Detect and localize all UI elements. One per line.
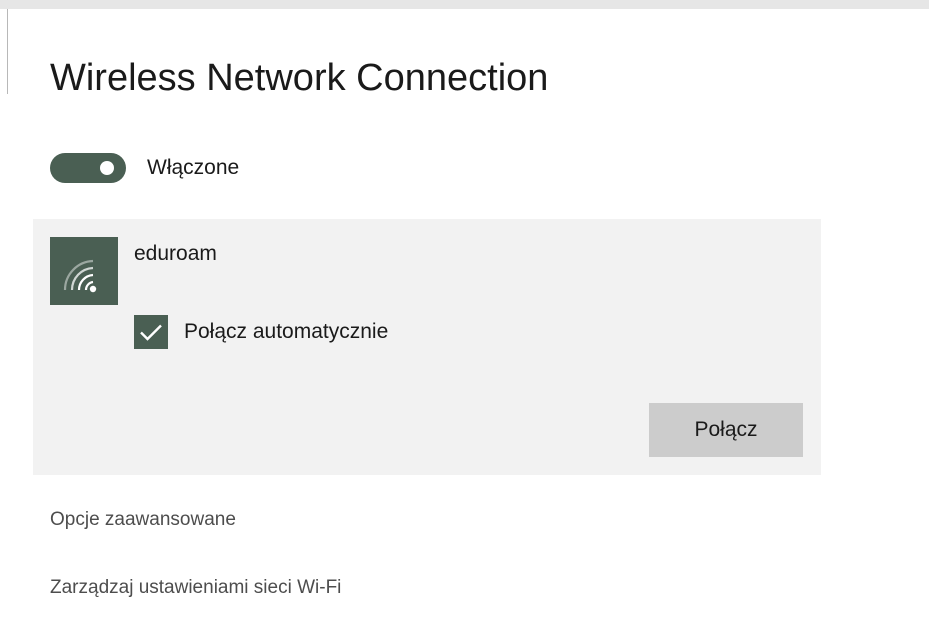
auto-connect-label: Połącz automatycznie (184, 320, 389, 343)
wifi-toggle-switch[interactable] (50, 153, 126, 183)
page-title: Wireless Network Connection (50, 57, 549, 99)
network-card-eduroam[interactable]: eduroam Połącz automatycznie Połącz (33, 219, 821, 475)
toggle-knob (100, 161, 114, 175)
auto-connect-checkbox[interactable] (134, 315, 168, 349)
auto-connect-checkbox-row[interactable]: Połącz automatycznie (134, 314, 388, 350)
advanced-options-link[interactable]: Opcje zaawansowane (50, 509, 236, 531)
wifi-toggle-row: Włączone (50, 152, 239, 184)
wifi-toggle-label: Włączone (147, 156, 240, 179)
checkmark-icon (140, 324, 162, 341)
window-edge (7, 9, 8, 94)
top-divider (0, 0, 929, 9)
network-name: eduroam (134, 242, 217, 265)
manage-wifi-settings-link[interactable]: Zarządzaj ustawieniami sieci Wi-Fi (50, 577, 341, 599)
wifi-signal-icon (50, 237, 118, 305)
connect-button[interactable]: Połącz (649, 403, 803, 457)
